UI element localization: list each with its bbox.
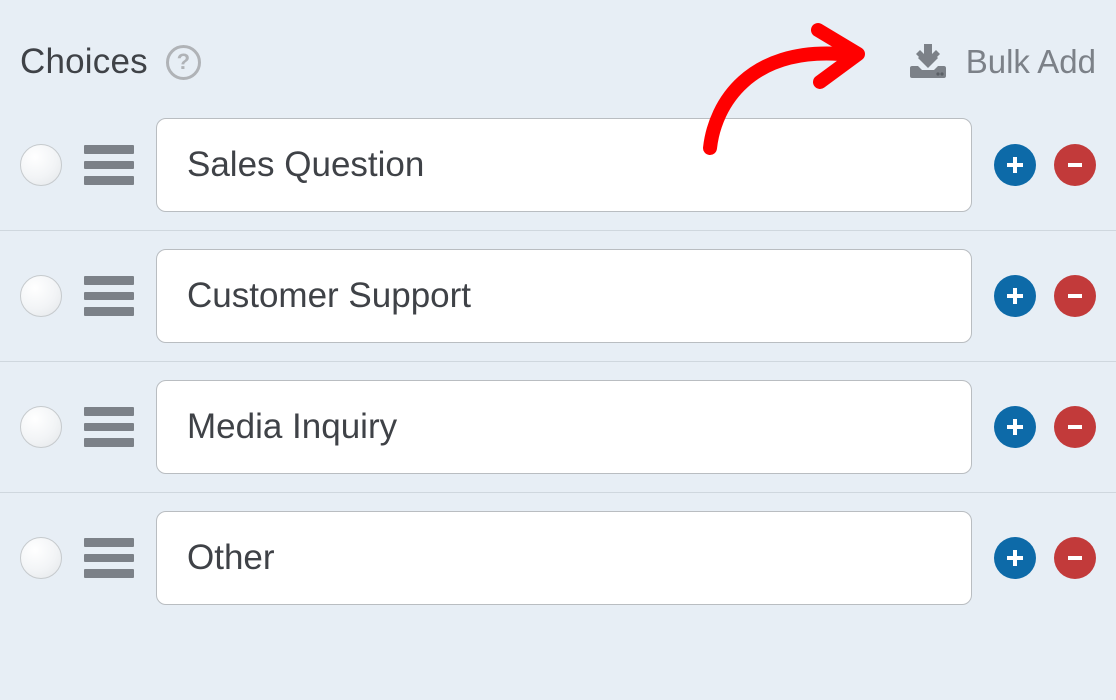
remove-choice-button[interactable] xyxy=(1054,406,1096,448)
default-choice-radio[interactable] xyxy=(20,275,62,317)
add-choice-button[interactable] xyxy=(994,406,1036,448)
minus-icon xyxy=(1065,155,1085,175)
choice-row xyxy=(0,231,1116,362)
default-choice-radio[interactable] xyxy=(20,537,62,579)
remove-choice-button[interactable] xyxy=(1054,144,1096,186)
plus-icon xyxy=(1005,155,1025,175)
minus-icon xyxy=(1065,548,1085,568)
plus-icon xyxy=(1005,286,1025,306)
choice-row xyxy=(0,493,1116,623)
choices-header: Choices ? Bulk Add xyxy=(0,0,1116,100)
choices-list xyxy=(0,100,1116,623)
add-choice-button[interactable] xyxy=(994,144,1036,186)
default-choice-radio[interactable] xyxy=(20,406,62,448)
choice-input[interactable] xyxy=(156,118,972,212)
plus-icon xyxy=(1005,417,1025,437)
choice-row xyxy=(0,100,1116,231)
remove-choice-button[interactable] xyxy=(1054,537,1096,579)
download-icon xyxy=(908,44,948,80)
choices-title: Choices xyxy=(20,42,148,82)
drag-handle-icon[interactable] xyxy=(84,145,134,185)
bulk-add-button[interactable]: Bulk Add xyxy=(908,43,1096,81)
choice-row xyxy=(0,362,1116,493)
drag-handle-icon[interactable] xyxy=(84,407,134,447)
drag-handle-icon[interactable] xyxy=(84,276,134,316)
drag-handle-icon[interactable] xyxy=(84,538,134,578)
add-choice-button[interactable] xyxy=(994,537,1036,579)
add-choice-button[interactable] xyxy=(994,275,1036,317)
header-left: Choices ? xyxy=(20,42,201,82)
help-icon[interactable]: ? xyxy=(166,45,201,80)
choice-input[interactable] xyxy=(156,511,972,605)
choice-input[interactable] xyxy=(156,380,972,474)
remove-choice-button[interactable] xyxy=(1054,275,1096,317)
plus-icon xyxy=(1005,548,1025,568)
minus-icon xyxy=(1065,417,1085,437)
choice-input[interactable] xyxy=(156,249,972,343)
minus-icon xyxy=(1065,286,1085,306)
default-choice-radio[interactable] xyxy=(20,144,62,186)
bulk-add-label: Bulk Add xyxy=(966,43,1096,81)
